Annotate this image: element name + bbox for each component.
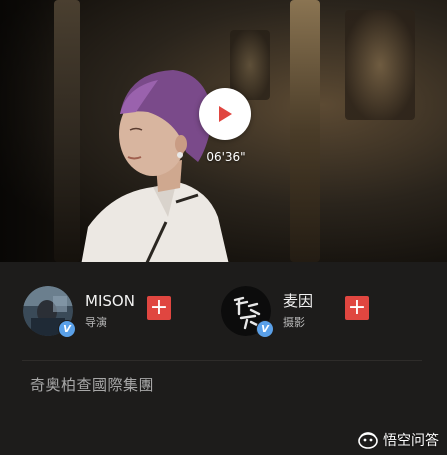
background-light (290, 0, 320, 262)
company-name: 奇奥柏查國際集團 (30, 376, 155, 394)
play-icon (219, 106, 232, 122)
play-button[interactable] (199, 88, 251, 140)
video-player[interactable]: 06'36" (0, 0, 447, 262)
creator-name[interactable]: MISON (85, 292, 141, 310)
creator-meta: 麦因 摄影 (283, 292, 339, 330)
follow-button[interactable]: + (345, 296, 369, 320)
creator-avatar[interactable]: V (221, 286, 274, 338)
creator-card: V 麦因 摄影 + (221, 286, 369, 338)
credits-panel: V MISON 导演 + V 麦因 摄影 + 奇奥柏查國際集團 悟空问答 (0, 262, 447, 455)
verified-badge-icon: V (256, 320, 274, 338)
watermark: 悟空问答 (357, 430, 439, 450)
video-duration: 06'36" (206, 150, 246, 164)
creator-avatar[interactable]: V (23, 286, 76, 338)
creator-card: V MISON 导演 + (23, 286, 171, 338)
creator-name[interactable]: 麦因 (283, 292, 339, 310)
creator-role: 导演 (85, 316, 107, 329)
divider (22, 360, 422, 361)
creator-role: 摄影 (283, 316, 305, 329)
verified-badge-icon: V (58, 320, 76, 338)
wukong-logo-icon (358, 432, 378, 449)
follow-button[interactable]: + (147, 296, 171, 320)
background-light (345, 10, 415, 120)
creator-meta: MISON 导演 (85, 292, 141, 330)
watermark-text: 悟空问答 (383, 433, 439, 449)
